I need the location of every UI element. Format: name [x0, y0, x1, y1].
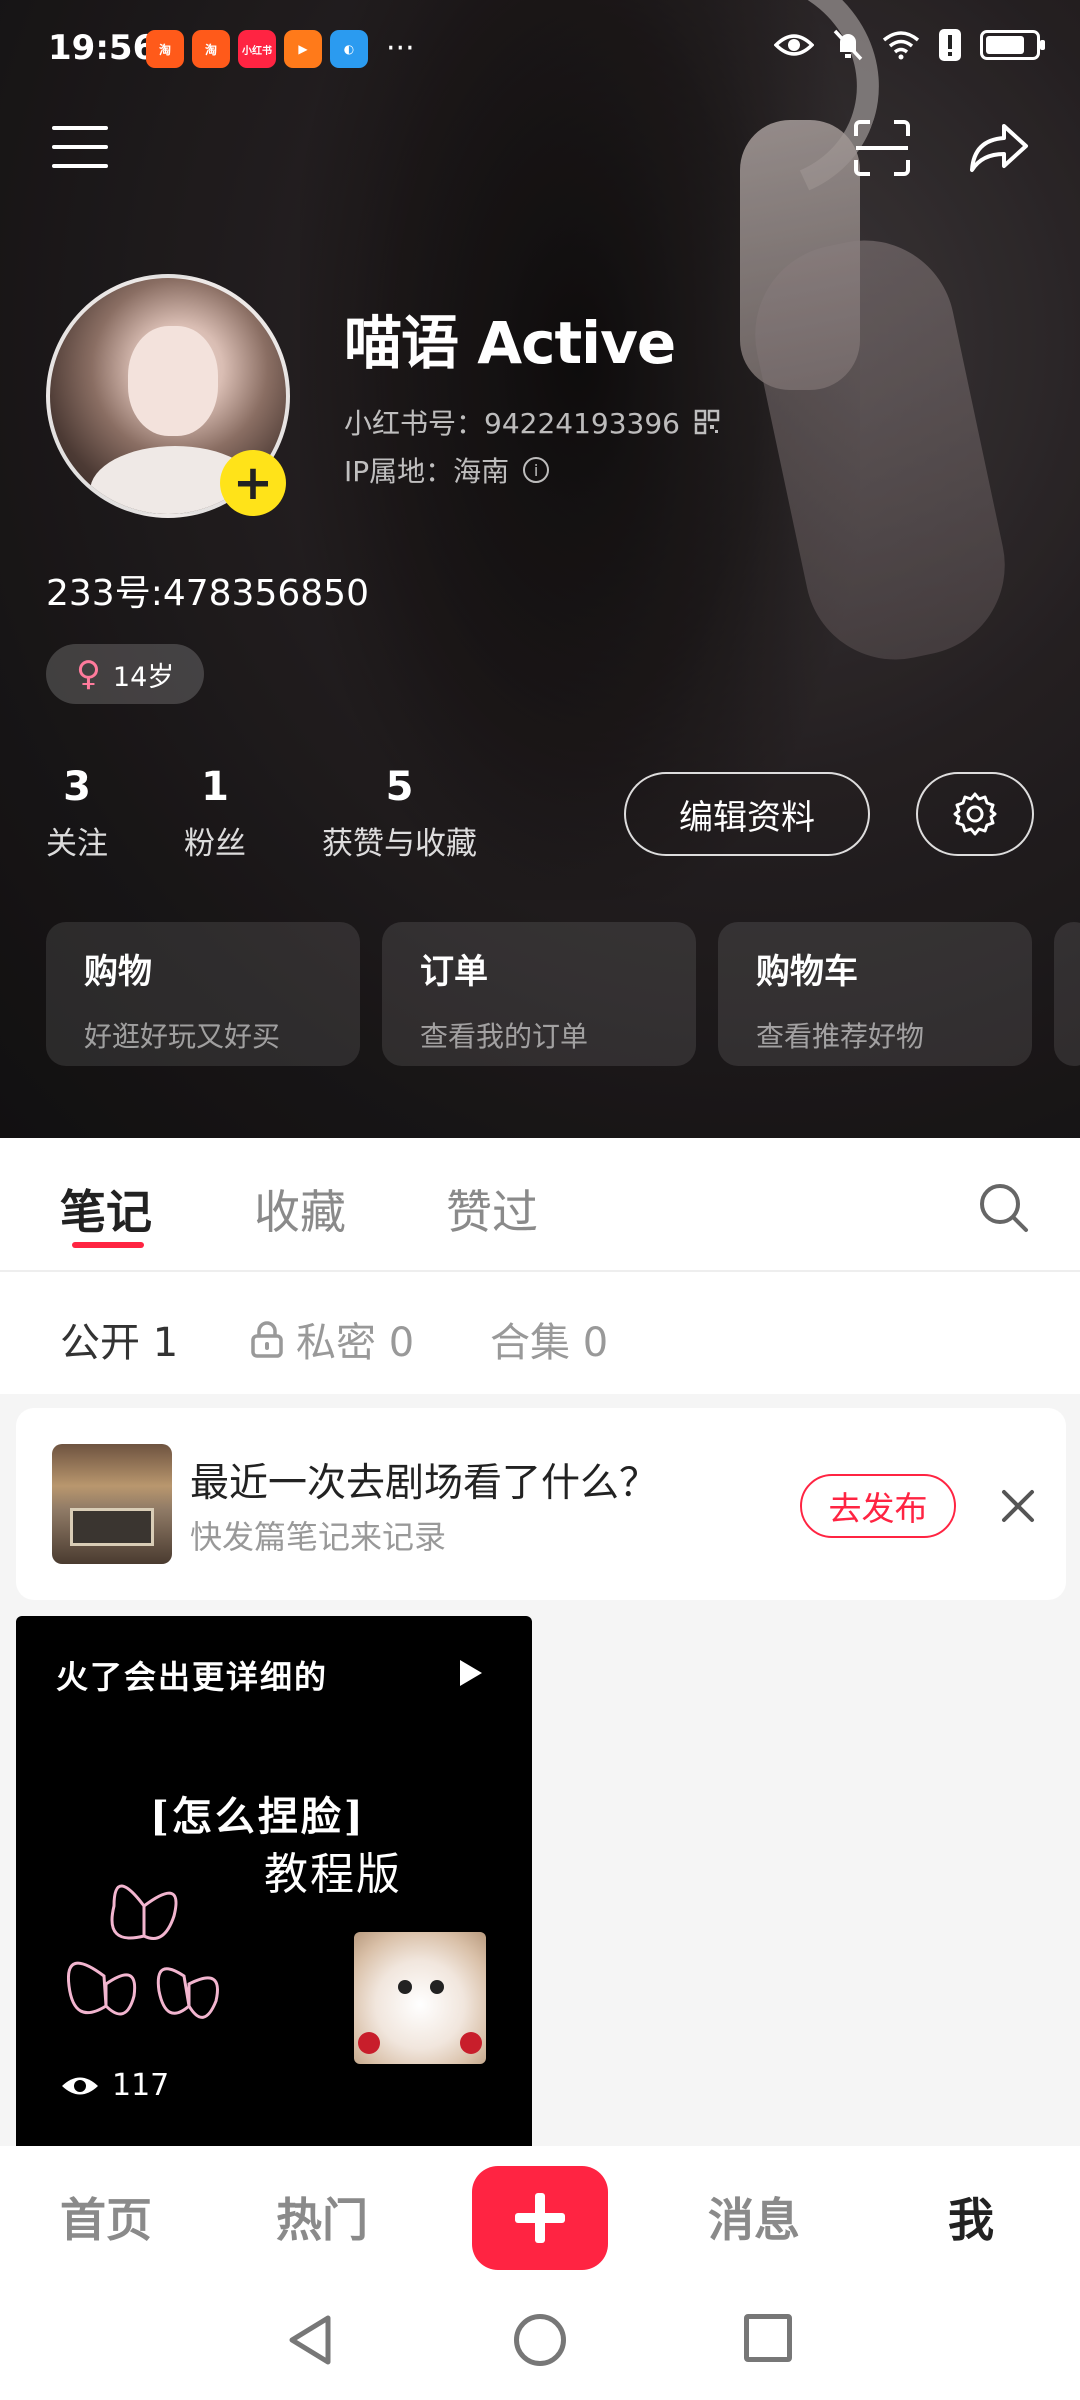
- publish-prompt-card: 最近一次去剧场看了什么？ 快发篇笔记来记录 去发布: [16, 1408, 1066, 1600]
- share-icon[interactable]: [966, 118, 1030, 178]
- stat-following[interactable]: 3 关注: [46, 762, 108, 863]
- view-count: 117: [60, 2068, 169, 2103]
- ip-location: IP属地：海南 i: [344, 450, 550, 490]
- card-title: 订单: [420, 952, 488, 992]
- age-text: 14岁: [112, 661, 175, 693]
- subtab-public[interactable]: 公开 1: [60, 1310, 178, 1368]
- status-bar: 19:56 淘 淘 小红书 ▶ ◐ ···: [0, 0, 1080, 96]
- note-overlay-subtitle: 教程版: [264, 1849, 402, 1900]
- alert-icon: [939, 29, 961, 61]
- tab-notes[interactable]: 笔记: [60, 1176, 152, 1242]
- status-indicators: [774, 28, 1045, 62]
- edit-profile-button[interactable]: 编辑资料: [624, 772, 870, 856]
- status-app-icons: 淘 淘 小红书 ▶ ◐ ···: [146, 30, 415, 68]
- taobao-icon: 淘: [192, 30, 230, 68]
- cat-sticker: [354, 1932, 486, 2064]
- note-overlay-text: 火了会出更详细的: [56, 1658, 329, 1696]
- menu-button[interactable]: [52, 126, 108, 172]
- stat-number: 1: [201, 764, 229, 810]
- card-orders[interactable]: 订单 查看我的订单: [382, 922, 696, 1066]
- prompt-subtitle: 快发篇笔记来记录: [190, 1518, 447, 1556]
- gear-icon: [953, 792, 997, 836]
- eye-icon: [62, 2077, 98, 2094]
- stat-number: 5: [385, 764, 414, 810]
- bio-text: 233号:478356850: [46, 573, 369, 614]
- card-title: 购物: [84, 952, 152, 992]
- subtab-private[interactable]: 私密 0: [250, 1310, 414, 1368]
- system-nav-bar: [0, 2282, 1080, 2400]
- nickname: 喵语 Active: [344, 309, 676, 377]
- redbook-id-text: 小红书号：94224193396: [344, 407, 680, 440]
- butterfly-decoration: [66, 1884, 219, 2019]
- qrcode-icon[interactable]: [694, 409, 720, 435]
- subtab-label: 公开 1: [60, 1320, 179, 1366]
- card-cart[interactable]: 购物车 查看推荐好物: [718, 922, 1032, 1066]
- view-count-text: 117: [112, 2068, 170, 2103]
- scan-icon[interactable]: [852, 118, 912, 178]
- female-icon: ♀: [76, 654, 101, 694]
- prompt-title: 最近一次去剧场看了什么？: [190, 1461, 659, 1506]
- search-icon[interactable]: [976, 1180, 1032, 1236]
- stat-label: 获赞与收藏: [322, 826, 477, 862]
- card-title: 购物车: [756, 952, 858, 992]
- lock-icon: [251, 1321, 283, 1358]
- nav-me[interactable]: 我: [948, 2184, 994, 2250]
- browser-icon: ◐: [330, 30, 368, 68]
- stat-number: 3: [63, 764, 91, 810]
- play-icon: [460, 1660, 482, 1686]
- home-icon[interactable]: [514, 2314, 566, 2366]
- stats-row: 3 关注 1 粉丝 5 获赞与收藏: [46, 762, 477, 863]
- wifi-icon: [882, 31, 920, 60]
- card-subtitle: 查看推荐好物: [756, 1020, 925, 1053]
- add-avatar-button[interactable]: +: [220, 450, 286, 516]
- redbook-id[interactable]: 小红书号：94224193396: [344, 402, 720, 442]
- subtab-label: 合集 0: [490, 1320, 609, 1366]
- subtab-collections[interactable]: 合集 0: [490, 1310, 608, 1368]
- publish-button[interactable]: 去发布: [800, 1474, 956, 1538]
- service-cards: 购物 好逛好玩又好买 订单 查看我的订单 购物车 查看推荐好物: [46, 922, 1080, 1066]
- stat-label: 关注: [46, 826, 108, 862]
- note-overlay-title: [怎么捏脸]: [150, 1793, 366, 1840]
- close-icon[interactable]: [998, 1486, 1038, 1526]
- tab-indicator: [72, 1242, 144, 1248]
- status-time: 19:56: [48, 28, 157, 68]
- tab-liked[interactable]: 赞过: [446, 1176, 538, 1242]
- profile-tabs: 笔记 收藏 赞过: [0, 1138, 1080, 1272]
- player-icon: ▶: [284, 30, 322, 68]
- tab-collections[interactable]: 收藏: [254, 1176, 346, 1242]
- battery-icon: [980, 30, 1045, 60]
- card-subtitle: 好逛好玩又好买: [84, 1020, 281, 1053]
- subtab-label: 私密 0: [296, 1320, 415, 1366]
- recent-apps-icon[interactable]: [744, 2314, 792, 2362]
- info-icon[interactable]: i: [523, 457, 550, 483]
- ip-location-text: IP属地：海南: [344, 455, 510, 488]
- gender-age-badge: ♀ 14岁: [46, 644, 205, 704]
- mute-bell-icon: [833, 29, 863, 61]
- note-card[interactable]: 火了会出更详细的 [怎么捏脸] 教程版 117: [16, 1616, 532, 2146]
- card-shopping[interactable]: 购物 好逛好玩又好买: [46, 922, 360, 1066]
- back-icon[interactable]: [284, 2312, 336, 2368]
- nav-home[interactable]: 首页: [60, 2184, 152, 2250]
- profile-header: 19:56 淘 淘 小红书 ▶ ◐ ··· + 喵语 Active 小红书号：9…: [0, 0, 1080, 1138]
- xiaohongshu-icon: 小红书: [238, 30, 276, 68]
- stat-likes-collects[interactable]: 5 获赞与收藏: [322, 762, 477, 863]
- nav-messages[interactable]: 消息: [708, 2184, 800, 2250]
- card-more[interactable]: [1054, 922, 1080, 1066]
- prompt-thumbnail: [52, 1444, 172, 1564]
- nav-hot[interactable]: 热门: [276, 2184, 368, 2250]
- stat-label: 粉丝: [184, 826, 246, 862]
- more-notifications-icon: ···: [386, 31, 415, 66]
- content-area: 笔记 收藏 赞过 公开 1 私密 0 合集 0 最近一次去剧场看了什么？ 快发篇…: [0, 1138, 1080, 2146]
- bottom-nav: 首页 热门 消息 我: [0, 2146, 1080, 2282]
- eye-icon: [774, 34, 814, 56]
- taobao-icon: 淘: [146, 30, 184, 68]
- stat-followers[interactable]: 1 粉丝: [184, 762, 246, 863]
- settings-button[interactable]: [916, 772, 1034, 856]
- note-filter-tabs: 公开 1 私密 0 合集 0: [0, 1272, 1080, 1394]
- card-subtitle: 查看我的订单: [420, 1020, 589, 1053]
- post-button[interactable]: [472, 2166, 608, 2270]
